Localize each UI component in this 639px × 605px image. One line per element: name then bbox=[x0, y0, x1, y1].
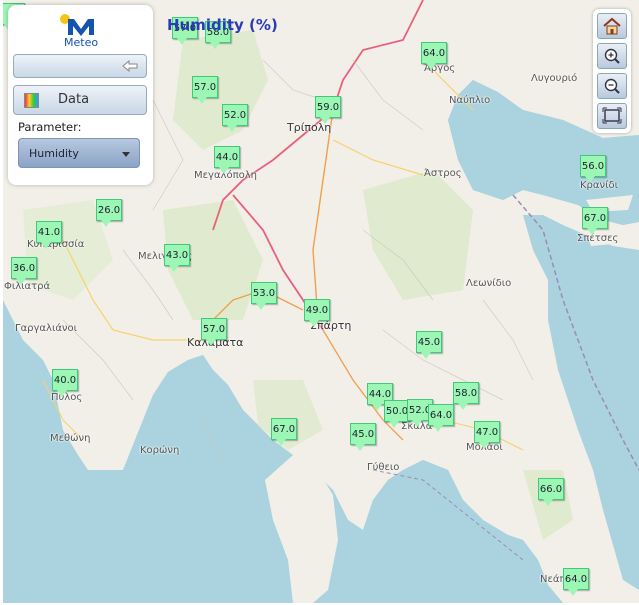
chevron-down-icon bbox=[122, 152, 130, 157]
humidity-marker[interactable]: 64.0 bbox=[428, 404, 454, 432]
humidity-marker[interactable]: 41.0 bbox=[36, 221, 62, 249]
map-toolbar bbox=[593, 9, 631, 133]
parameter-label: Parameter: bbox=[18, 120, 82, 134]
map-title: Humidity (%) bbox=[167, 16, 278, 34]
zoom-in-button[interactable] bbox=[597, 43, 627, 69]
humidity-marker[interactable]: 59.0 bbox=[315, 96, 341, 124]
humidity-marker[interactable]: 43.0 bbox=[164, 244, 190, 272]
humidity-marker[interactable]: 26.0 bbox=[96, 199, 122, 227]
place-label: Λεωνίδιο bbox=[466, 278, 512, 289]
data-button-label: Data bbox=[58, 92, 90, 107]
zoom-out-icon bbox=[604, 78, 620, 94]
place-label: Γύθειο bbox=[367, 462, 400, 473]
home-icon bbox=[603, 17, 621, 35]
humidity-marker[interactable]: 36.0 bbox=[11, 257, 37, 285]
parameter-select-value: Humidity bbox=[29, 147, 79, 160]
humidity-marker[interactable]: 58.0 bbox=[453, 382, 479, 410]
zoom-extent-button[interactable] bbox=[597, 103, 627, 129]
place-label: Σπέτσες bbox=[577, 233, 619, 244]
humidity-marker[interactable]: 45.0 bbox=[416, 331, 442, 359]
logo-text: Meteo bbox=[64, 36, 99, 49]
palette-icon bbox=[24, 93, 39, 108]
data-button[interactable]: Data bbox=[13, 85, 147, 115]
zoom-in-icon bbox=[604, 48, 620, 64]
humidity-marker[interactable]: 66.0 bbox=[538, 478, 564, 506]
humidity-marker[interactable]: 52.0 bbox=[222, 104, 248, 132]
humidity-marker[interactable]: 57.0 bbox=[201, 318, 227, 346]
place-label: Γαργαλιάνοι bbox=[15, 323, 78, 334]
place-label: Λυγουριό bbox=[531, 73, 578, 84]
humidity-marker[interactable]: 67.0 bbox=[271, 418, 297, 446]
collapse-panel-button[interactable] bbox=[13, 54, 147, 78]
humidity-marker[interactable]: 49.0 bbox=[304, 299, 330, 327]
parameter-select[interactable]: Humidity bbox=[18, 138, 140, 168]
humidity-marker[interactable]: 67.0 bbox=[582, 207, 608, 235]
home-button[interactable] bbox=[597, 13, 627, 39]
humidity-marker[interactable]: 53.0 bbox=[251, 282, 277, 310]
humidity-marker[interactable]: 64.0 bbox=[421, 42, 447, 70]
zoom-extent-icon bbox=[602, 107, 622, 124]
arrow-left-icon bbox=[122, 60, 138, 72]
place-label: Κορώνη bbox=[140, 445, 180, 456]
place-label: Μεθώνη bbox=[50, 433, 91, 444]
control-panel: Meteo Data Parameter: Humidity bbox=[8, 5, 153, 185]
place-label: Άστρος bbox=[424, 168, 462, 179]
humidity-marker[interactable]: 64.0 bbox=[563, 568, 589, 596]
zoom-out-button[interactable] bbox=[597, 73, 627, 99]
place-label: Φιλιατρά bbox=[4, 281, 51, 292]
humidity-marker[interactable]: 47.0 bbox=[474, 421, 500, 449]
humidity-marker[interactable]: 57.0 bbox=[192, 76, 218, 104]
humidity-marker[interactable]: 45.0 bbox=[350, 423, 376, 451]
humidity-marker[interactable]: 44.0 bbox=[214, 146, 240, 174]
place-label: Ναύπλιο bbox=[449, 95, 491, 106]
humidity-marker[interactable]: 40.0 bbox=[52, 369, 78, 397]
humidity-marker[interactable]: 56.0 bbox=[580, 155, 606, 183]
